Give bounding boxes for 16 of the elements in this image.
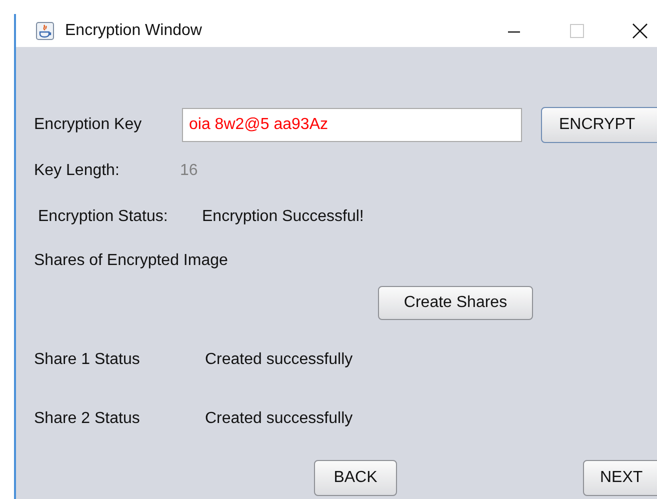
- window-title: Encryption Window: [65, 22, 202, 40]
- share-status-value: Created successfully: [205, 351, 353, 369]
- shares-heading: Shares of Encrypted Image: [34, 252, 228, 270]
- key-length-label: Key Length:: [34, 162, 120, 180]
- next-button[interactable]: NEXT: [583, 460, 657, 496]
- share-status-label: Share 2 Status: [34, 410, 141, 428]
- encryption-key-field[interactable]: oia 8w2@5 aa93Az: [182, 108, 522, 142]
- encrypt-button[interactable]: ENCRYPT: [541, 107, 657, 143]
- share-status-label: Share 1 Status: [34, 351, 141, 369]
- encryption-status-value: Encryption Successful!: [202, 208, 364, 226]
- encryption-key-label: Encryption Key: [34, 116, 143, 134]
- key-length-value: 16: [180, 162, 198, 180]
- encryption-status-label: Encryption Status:: [37, 208, 169, 226]
- back-button[interactable]: BACK: [314, 460, 397, 496]
- create-shares-button[interactable]: Create Shares: [378, 286, 533, 320]
- share-status-value: Created successfully: [205, 410, 353, 428]
